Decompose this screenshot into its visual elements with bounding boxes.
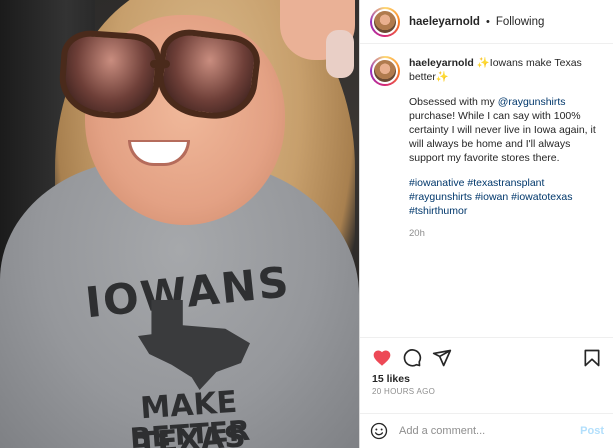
caption-text: Obsessed with my @raygunshirts purchase!… bbox=[409, 95, 605, 165]
comment-bar: Post bbox=[360, 413, 613, 448]
caption: haeleyarnold ✨Iowans make Texas better✨ … bbox=[370, 56, 605, 241]
avatar-image bbox=[372, 58, 398, 84]
mention-link[interactable]: @raygunshirts bbox=[498, 96, 566, 108]
hashtag-link[interactable]: #texastransplant bbox=[467, 177, 544, 189]
share-button[interactable] bbox=[432, 348, 452, 368]
instagram-post: IOWANS MAKE TEXAS BETTER haeleyarnold • … bbox=[0, 0, 613, 448]
emoji-button[interactable] bbox=[370, 422, 388, 440]
post-side-panel: haeleyarnold • Following haeleyarnold ✨I… bbox=[359, 0, 613, 448]
post-header: haeleyarnold • Following bbox=[360, 0, 613, 44]
like-count[interactable]: 15 likes bbox=[372, 373, 410, 385]
sunglasses-bridge bbox=[150, 60, 170, 68]
comment-icon bbox=[403, 349, 422, 367]
caption-avatar[interactable] bbox=[370, 56, 400, 86]
following-button[interactable]: Following bbox=[496, 16, 545, 28]
avatar[interactable] bbox=[370, 6, 400, 37]
action-bar bbox=[360, 337, 613, 377]
save-button[interactable] bbox=[582, 348, 602, 368]
caption-username[interactable]: haeleyarnold bbox=[409, 57, 474, 69]
hashtags: #iowanative #texastransplant #raygunshir… bbox=[409, 176, 605, 218]
heart-filled-icon bbox=[373, 350, 391, 366]
post-photo[interactable]: IOWANS MAKE TEXAS BETTER bbox=[0, 0, 359, 448]
header-separator: • bbox=[485, 15, 490, 28]
comment-input[interactable] bbox=[399, 425, 581, 437]
post-timestamp: 20 HOURS AGO bbox=[372, 387, 436, 396]
caption-text-end: purchase! While I can say with 100% cert… bbox=[409, 110, 596, 164]
hashtag-link[interactable]: #tshirthumor bbox=[409, 205, 467, 217]
caption-body: haeleyarnold ✨Iowans make Texas better✨ … bbox=[409, 56, 605, 241]
hashtag-link[interactable]: #iowan bbox=[475, 191, 508, 203]
bookmark-icon bbox=[584, 349, 600, 367]
emoji-smile-icon bbox=[370, 422, 388, 440]
smartwatch bbox=[326, 30, 354, 78]
avatar-image bbox=[372, 8, 398, 35]
like-button[interactable] bbox=[372, 348, 392, 368]
hashtag-link[interactable]: #raygunshirts bbox=[409, 191, 472, 203]
hashtag-link[interactable]: #iowatotexas bbox=[511, 191, 572, 203]
hashtag-link[interactable]: #iowanative bbox=[409, 177, 464, 189]
paper-plane-icon bbox=[432, 349, 452, 367]
caption-text-start: Obsessed with my bbox=[409, 96, 498, 108]
header-username[interactable]: haeleyarnold bbox=[409, 16, 480, 28]
caption-timestamp[interactable]: 20h bbox=[409, 227, 605, 241]
caption-title-line: haeleyarnold ✨Iowans make Texas better✨ bbox=[409, 56, 605, 84]
post-comment-button[interactable]: Post bbox=[580, 425, 604, 437]
comment-button[interactable] bbox=[402, 348, 422, 368]
